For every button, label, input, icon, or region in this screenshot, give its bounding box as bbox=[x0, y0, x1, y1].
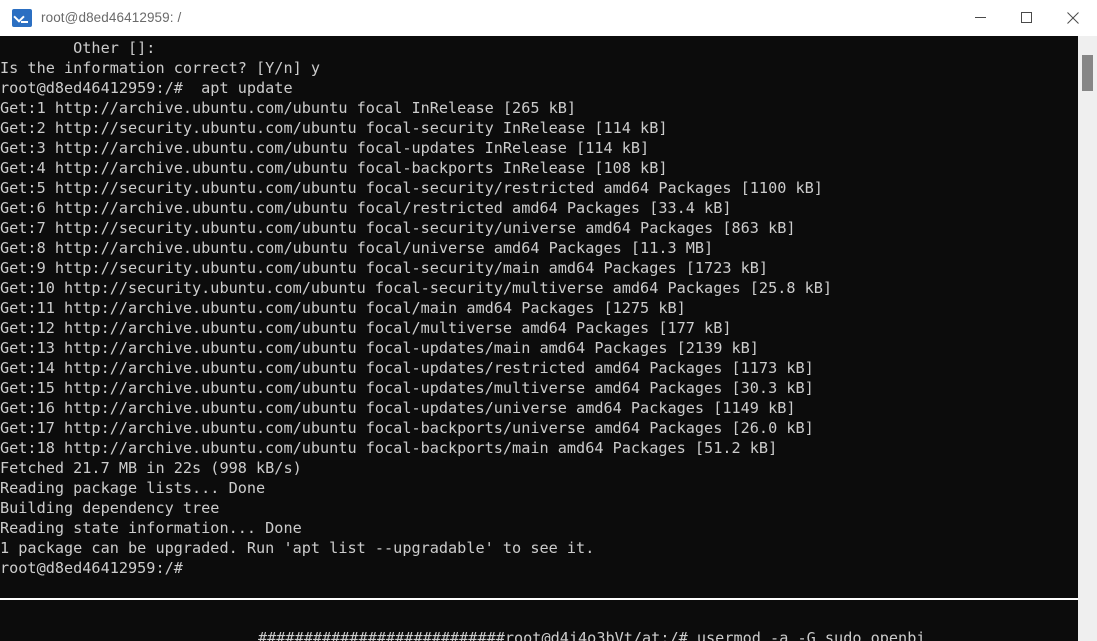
terminal-line: root@d8ed46412959:/# bbox=[0, 559, 183, 577]
terminal-line: Get:8 http://archive.ubuntu.com/ubuntu f… bbox=[0, 239, 714, 257]
terminal-line: Get:1 http://archive.ubuntu.com/ubuntu f… bbox=[0, 99, 577, 117]
terminal-line: Get:15 http://archive.ubuntu.com/ubuntu … bbox=[0, 379, 814, 397]
terminal-window: root@d8ed46412959: / Other []: Is the in… bbox=[0, 0, 1097, 641]
terminal-line: Get:7 http://security.ubuntu.com/ubuntu … bbox=[0, 219, 796, 237]
terminal-line: Is the information correct? [Y/n] y bbox=[0, 59, 321, 77]
terminal-line: Get:17 http://archive.ubuntu.com/ubuntu … bbox=[0, 419, 814, 437]
terminal-line: Building dependency tree bbox=[0, 499, 220, 517]
terminal-line: Get:4 http://archive.ubuntu.com/ubuntu f… bbox=[0, 159, 668, 177]
terminal-line: Get:18 http://archive.ubuntu.com/ubuntu … bbox=[0, 439, 778, 457]
terminal-viewport[interactable]: Other []: Is the information correct? [Y/… bbox=[0, 36, 1097, 641]
terminal-line: Get:6 http://archive.ubuntu.com/ubuntu f… bbox=[0, 199, 732, 217]
window-controls bbox=[957, 0, 1097, 36]
minimize-button[interactable] bbox=[957, 0, 1003, 36]
terminal-output-area[interactable]: Other []: Is the information correct? [Y/… bbox=[0, 36, 1078, 641]
scrollbar-thumb[interactable] bbox=[1082, 55, 1093, 91]
terminal-line: Get:12 http://archive.ubuntu.com/ubuntu … bbox=[0, 319, 732, 337]
terminal-line: Get:14 http://archive.ubuntu.com/ubuntu … bbox=[0, 359, 814, 377]
terminal-line: Reading package lists... Done bbox=[0, 479, 266, 497]
terminal-line: Get:5 http://security.ubuntu.com/ubuntu … bbox=[0, 179, 823, 197]
terminal-line: Other []: bbox=[0, 39, 156, 57]
terminal-line: Fetched 21.7 MB in 22s (998 kB/s) bbox=[0, 459, 302, 477]
background-window-terminal: ###########################root@d4j4o3bV… bbox=[0, 600, 1097, 641]
background-window-line: ###########################root@d4j4o3bV… bbox=[258, 629, 926, 641]
maximize-button[interactable] bbox=[1003, 0, 1049, 36]
terminal-text-buffer: Other []: Is the information correct? [Y/… bbox=[0, 38, 1078, 578]
terminal-line: Get:11 http://archive.ubuntu.com/ubuntu … bbox=[0, 299, 686, 317]
terminal-line: Get:13 http://archive.ubuntu.com/ubuntu … bbox=[0, 339, 759, 357]
terminal-prompt-icon bbox=[12, 8, 32, 27]
window-title: root@d8ed46412959: / bbox=[41, 10, 182, 25]
terminal-line: Get:9 http://security.ubuntu.com/ubuntu … bbox=[0, 259, 769, 277]
title-bar[interactable]: root@d8ed46412959: / bbox=[0, 0, 1097, 36]
terminal-line: root@d8ed46412959:/# apt update bbox=[0, 79, 293, 97]
background-window-strip[interactable]: ###########################root@d4j4o3bV… bbox=[0, 598, 1097, 641]
terminal-line: Reading state information... Done bbox=[0, 519, 302, 537]
terminal-line: Get:2 http://security.ubuntu.com/ubuntu … bbox=[0, 119, 668, 137]
vertical-scrollbar[interactable] bbox=[1078, 36, 1097, 641]
terminal-line: 1 package can be upgraded. Run 'apt list… bbox=[0, 539, 595, 557]
close-button[interactable] bbox=[1049, 0, 1097, 36]
terminal-line: Get:16 http://archive.ubuntu.com/ubuntu … bbox=[0, 399, 796, 417]
terminal-line: Get:3 http://archive.ubuntu.com/ubuntu f… bbox=[0, 139, 650, 157]
terminal-line: Get:10 http://security.ubuntu.com/ubuntu… bbox=[0, 279, 833, 297]
